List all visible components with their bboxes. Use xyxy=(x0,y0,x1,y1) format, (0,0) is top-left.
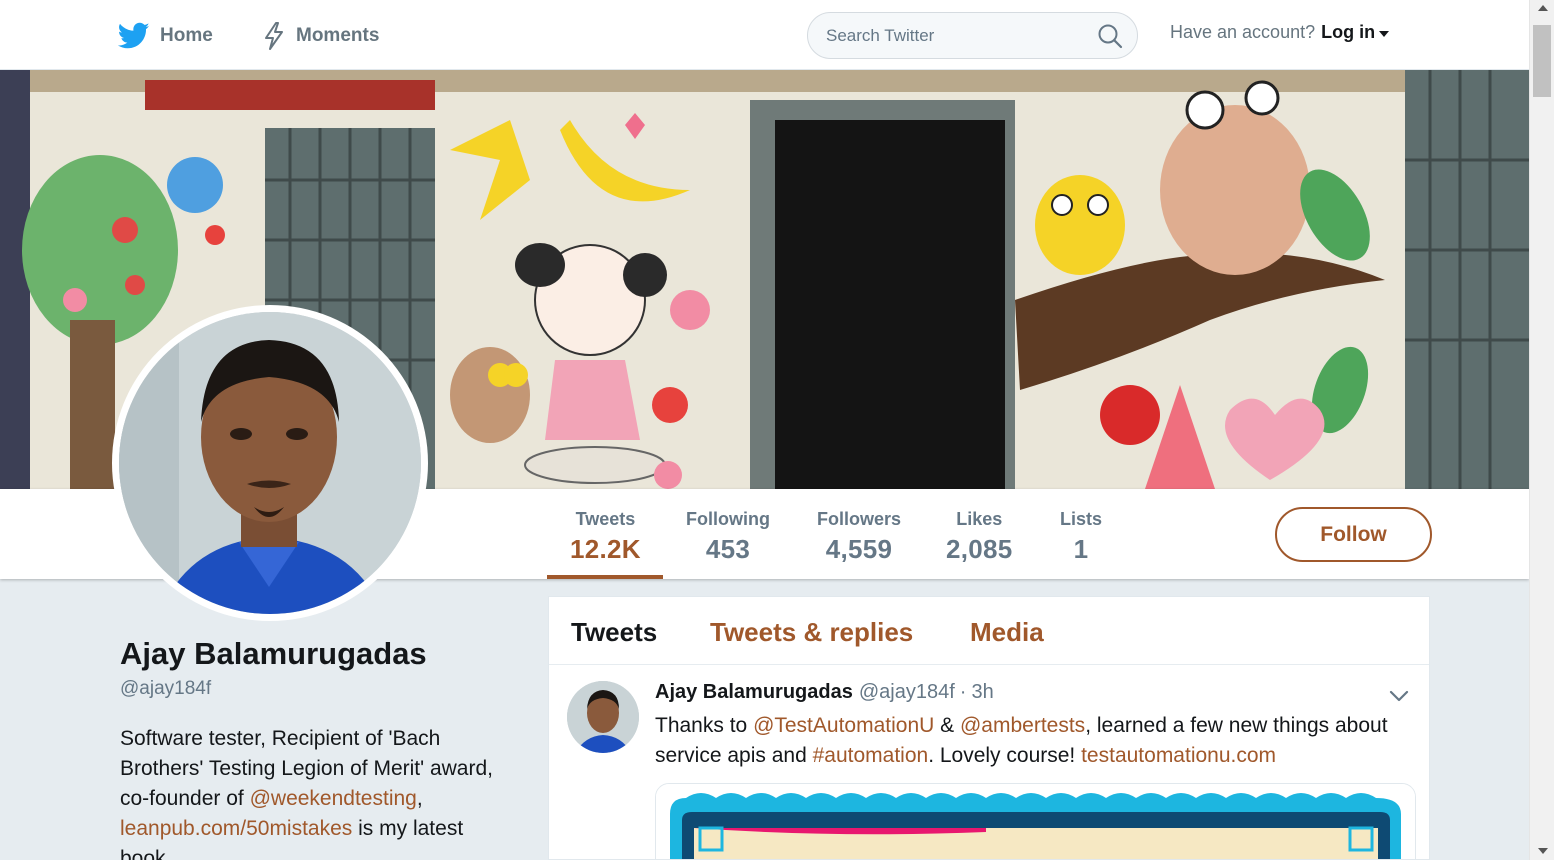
scroll-up-arrow-icon[interactable] xyxy=(1538,5,1548,11)
chevron-down-icon[interactable] xyxy=(1389,689,1409,703)
tweet-text: Thanks to @TestAutomationU & @ambertests… xyxy=(655,711,1395,771)
stat-following-value: 453 xyxy=(705,534,751,564)
tweet-text-part: & xyxy=(934,714,960,737)
tab-media[interactable]: Media xyxy=(970,617,1044,648)
stat-followers-label: Followers xyxy=(817,509,902,529)
stat-following-block[interactable]: Following 453 xyxy=(686,509,770,565)
tweet-author-handle[interactable]: @ajay184f xyxy=(859,681,955,704)
tab-tweets-and-replies[interactable]: Tweets & replies xyxy=(710,617,913,648)
stat-followers-block[interactable]: Followers 4,559 xyxy=(817,509,901,565)
account-prompt: Have an account? xyxy=(1170,22,1316,42)
tweet-mention-link[interactable]: @ambertests xyxy=(960,714,1085,737)
profile-bio: Software tester, Recipient of 'Bach Brot… xyxy=(120,724,510,860)
profile-handle: @ajay184f xyxy=(120,678,212,699)
tweet-author-name[interactable]: Ajay Balamurugadas xyxy=(655,681,853,704)
timeline: Tweets Tweets & replies Media Ajay Balam… xyxy=(548,596,1430,860)
stat-following-label: Following xyxy=(686,509,770,529)
stat-tweets-block[interactable]: Tweets 12.2K xyxy=(570,509,641,565)
top-navigation: Home Moments Have an account? Log in xyxy=(0,0,1529,70)
bio-mention-link[interactable]: @weekendtesting xyxy=(250,787,417,810)
avatar-photo xyxy=(119,312,421,614)
tweet[interactable]: Ajay Balamurugadas @ajay184f · 3h Thanks… xyxy=(549,665,1429,859)
tweet-text-part: . Lovely course! xyxy=(928,744,1082,767)
search-icon[interactable] xyxy=(1097,23,1123,49)
stat-tweets-value: 12.2K xyxy=(570,534,641,564)
nav-home-label: Home xyxy=(160,25,213,46)
login-label: Log in xyxy=(1321,22,1376,42)
active-stat-underline xyxy=(547,575,663,579)
stat-followers-value: 4,559 xyxy=(825,534,893,564)
bio-text: , xyxy=(416,787,423,810)
timeline-tabs: Tweets Tweets & replies Media xyxy=(549,597,1429,665)
tweet-card-image xyxy=(656,784,1415,859)
tweet-header: Ajay Balamurugadas @ajay184f · 3h xyxy=(655,681,994,704)
page-scrollbar[interactable] xyxy=(1529,0,1554,860)
tweet-text-part: Thanks to xyxy=(655,714,754,737)
stat-lists-value: 1 xyxy=(1073,534,1089,564)
tab-tweets[interactable]: Tweets xyxy=(571,617,657,648)
login-area: Have an account? Log in xyxy=(1170,22,1390,43)
stat-lists-label: Lists xyxy=(1060,509,1103,529)
stat-likes-label: Likes xyxy=(956,509,1003,529)
tweet-separator: · xyxy=(959,681,967,703)
profile-name: Ajay Balamurugadas xyxy=(120,636,427,671)
profile-avatar[interactable] xyxy=(112,305,428,621)
nav-home-link[interactable]: Home xyxy=(118,18,213,54)
search-input[interactable] xyxy=(826,25,1097,46)
tweet-avatar[interactable] xyxy=(567,681,639,753)
bio-url-link[interactable]: leanpub.com/50mistakes xyxy=(120,817,352,840)
scrollbar-thumb[interactable] xyxy=(1533,25,1551,97)
tweet-timestamp[interactable]: 3h xyxy=(971,681,993,704)
tweet-mention-link[interactable]: @TestAutomationU xyxy=(753,714,934,737)
login-dropdown[interactable]: Log in xyxy=(1321,22,1390,43)
nav-moments-label: Moments xyxy=(296,25,380,46)
stat-lists-block[interactable]: Lists 1 xyxy=(1060,509,1102,565)
tweet-link-card[interactable] xyxy=(655,783,1416,859)
stat-likes-block[interactable]: Likes 2,085 xyxy=(946,509,1013,565)
tweet-hashtag-link[interactable]: #automation xyxy=(813,744,929,767)
caret-down-icon xyxy=(1379,30,1390,37)
search-box xyxy=(807,12,1138,59)
tweet-url-link[interactable]: testautomationu.com xyxy=(1081,744,1276,767)
stat-tweets-label: Tweets xyxy=(575,509,636,529)
twitter-bird-icon xyxy=(118,22,150,49)
follow-button[interactable]: Follow xyxy=(1275,507,1432,562)
stat-likes-value: 2,085 xyxy=(946,534,1013,564)
scroll-down-arrow-icon[interactable] xyxy=(1538,848,1548,854)
lightning-bolt-icon xyxy=(265,22,283,50)
nav-moments-link[interactable]: Moments xyxy=(262,18,379,54)
tweet-avatar-photo xyxy=(567,681,639,753)
